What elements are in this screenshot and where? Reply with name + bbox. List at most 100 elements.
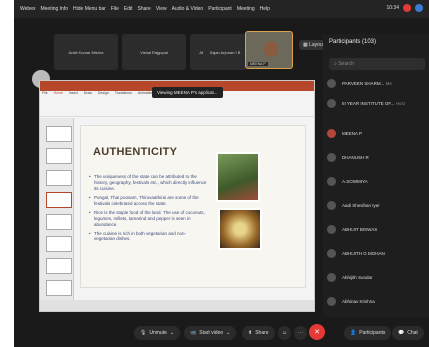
active-speaker-tile[interactable]: MEENA P: [245, 31, 293, 69]
close-icon: ✕: [314, 329, 320, 336]
menu-view[interactable]: View: [156, 6, 167, 12]
menu-edit[interactable]: Edit: [124, 6, 133, 12]
video-tile[interactable]: Sajan Arjunan I B: [203, 34, 247, 70]
share-icon: ⬆: [248, 330, 253, 336]
profile-icon[interactable]: [415, 4, 423, 12]
slide-thumbnail[interactable]: [46, 126, 72, 142]
participant-search-input[interactable]: ⌕ Search: [329, 58, 425, 70]
chat-button[interactable]: 💬 Chat: [392, 326, 424, 340]
ppt-tab[interactable]: File: [42, 91, 48, 95]
menu-help[interactable]: Help: [260, 6, 270, 12]
participant-name: ABHIJIT BISWAS: [342, 226, 378, 232]
menu-audio-video[interactable]: Audio & Video: [172, 6, 204, 12]
more-icon: ⋯: [298, 330, 303, 336]
shared-screen: File Home Insert Draw Design Transitions…: [39, 80, 315, 312]
participant-row[interactable]: Abhinav Krishna: [327, 292, 427, 310]
ppt-tab[interactable]: Home: [54, 91, 63, 95]
participant-row[interactable]: Abhijith Sundar: [327, 268, 427, 286]
leave-button[interactable]: ✕: [309, 324, 325, 340]
participant-role: Me: [385, 80, 392, 86]
video-tile[interactable]: Vishal Rajgopal: [122, 34, 186, 70]
participant-name: Abhijith Sundar: [342, 274, 373, 280]
speaker-video: [264, 41, 278, 57]
meeting-controls-bar: 🎙 Unmute ⌄ 📹 Start video ⌄ ⬆ Share ☺ ⋯ ✕ 👤 P…: [14, 317, 429, 347]
avatar: [327, 200, 336, 210]
avatar: [327, 128, 336, 138]
ppt-tab[interactable]: Draw: [84, 91, 92, 95]
people-icon: 👤: [350, 330, 357, 336]
menu-file[interactable]: File: [111, 6, 119, 12]
share-button[interactable]: ⬆ Share: [242, 326, 275, 340]
menu-share[interactable]: Share: [138, 6, 151, 12]
slide-title: AUTHENTICITY: [93, 146, 178, 158]
ppt-status-bar: [40, 300, 314, 311]
chat-label: Chat: [407, 330, 418, 336]
bullet-item: The uniqueness of the state can be attri…: [89, 174, 207, 192]
share-label: Share: [255, 330, 269, 336]
avatar: [327, 272, 336, 282]
menu-meeting[interactable]: Meeting: [237, 6, 255, 12]
participant-row[interactable]: Aadi Shesihan Iyer: [327, 196, 427, 214]
viewing-banner[interactable]: Viewing MEENA P's applicat...: [152, 87, 223, 98]
start-video-label: Start video: [199, 330, 224, 336]
participant-name: III YEAR INSTITUTE OF...: [342, 100, 395, 106]
participants-header: Participants (103): [329, 39, 377, 45]
slide-thumbnail[interactable]: [46, 214, 72, 230]
bullet-item: The cuisine is rich in both vegetarian a…: [89, 231, 207, 243]
participant-name: DHANUSH R: [342, 154, 369, 160]
search-placeholder: Search: [338, 61, 355, 67]
menu-bar: Webex Meeting Info Hide Menu bar File Ed…: [14, 0, 429, 18]
participant-name: ABHIJITH G MOHAN: [342, 250, 385, 256]
participant-row[interactable]: DHANUSH R: [327, 148, 427, 166]
food-photo: [218, 208, 262, 250]
slide-thumbnail[interactable]: [46, 280, 72, 296]
start-video-button[interactable]: 📹 Start video ⌄: [184, 326, 237, 340]
left-whitespace: [0, 0, 14, 347]
tile-name: Sajan Arjunan I B: [209, 49, 241, 55]
ppt-tab[interactable]: Design: [98, 91, 109, 95]
menu-webex[interactable]: Webex: [20, 6, 35, 12]
reactions-button[interactable]: ☺: [278, 326, 292, 340]
video-tile[interactable]: Ankit Kumar Mishra: [54, 34, 118, 70]
participant-row[interactable]: ABHIJITH G MOHAN: [327, 244, 427, 262]
participants-button[interactable]: 👤 Participants: [344, 326, 392, 340]
participant-name: Abhinav Krishna: [342, 298, 375, 304]
camera-off-icon: 📹: [190, 330, 197, 336]
avatar: [327, 248, 336, 258]
slide-thumbnail[interactable]: [46, 170, 72, 186]
participant-row[interactable]: A.SOWMIYA: [327, 172, 427, 190]
participant-role: Host: [395, 100, 405, 106]
participants-panel: Participants (103) ⌕ Search PARVEEN SHAR…: [323, 34, 429, 317]
participant-name: Aadi Shesihan Iyer: [342, 202, 380, 208]
speaker-name: MEENA P: [248, 62, 268, 66]
unmute-label: Unmute: [149, 330, 167, 336]
slide-thumbnail-active[interactable]: [46, 192, 72, 208]
participant-name: MEENA P: [342, 130, 363, 136]
menu-hide-menubar[interactable]: Hide Menu bar: [73, 6, 106, 12]
slide-thumbnail[interactable]: [46, 258, 72, 274]
smiley-icon: ☺: [282, 330, 288, 336]
ppt-tab[interactable]: Transitions: [115, 91, 132, 95]
participant-row[interactable]: PARVEEN SHARM... Me: [327, 74, 427, 92]
menu-meeting-info[interactable]: Meeting Info: [40, 6, 68, 12]
avatar: [327, 224, 336, 234]
clock-text: 10:34: [386, 5, 399, 11]
avatar: [327, 152, 336, 162]
participant-name: A.SOWMIYA: [342, 178, 368, 184]
ppt-tab[interactable]: Insert: [69, 91, 78, 95]
menu-participant[interactable]: Participant: [208, 6, 232, 12]
unmute-button[interactable]: 🎙 Unmute ⌄: [134, 326, 181, 340]
avatar: [327, 296, 336, 306]
participant-row[interactable]: ABHIJIT BISWAS: [327, 220, 427, 238]
more-button[interactable]: ⋯: [294, 326, 307, 340]
slide-thumbnail[interactable]: [46, 148, 72, 164]
participant-row[interactable]: III YEAR INSTITUTE OF... Host: [327, 94, 427, 112]
slide-thumbnail[interactable]: [46, 236, 72, 252]
record-icon[interactable]: [403, 4, 411, 12]
bullet-item: Rice is the staple food of the land. The…: [89, 210, 207, 228]
chat-icon: 💬: [398, 330, 405, 336]
avatar: [327, 176, 336, 186]
participant-row[interactable]: MEENA P: [327, 124, 427, 142]
participants-label: Participants: [359, 330, 386, 336]
webex-window: Webex Meeting Info Hide Menu bar File Ed…: [14, 0, 429, 347]
